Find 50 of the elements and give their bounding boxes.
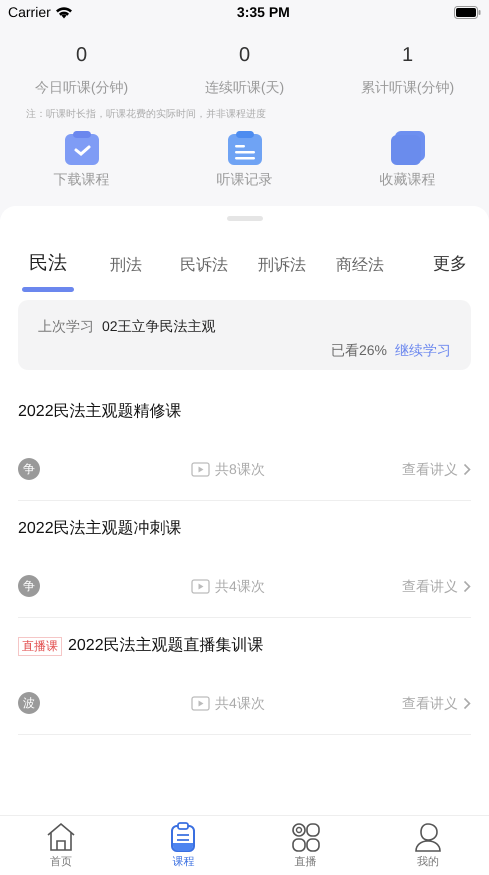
clipboard-list-icon	[226, 130, 262, 166]
clock-time: 3:35 PM	[236, 3, 290, 22]
lesson-count: 共8课次	[215, 460, 265, 478]
shortcut-button[interactable]: 收藏课程	[380, 130, 436, 190]
lesson-count: 共4课次	[215, 694, 265, 712]
stat-value: 1	[402, 43, 414, 67]
category-tab[interactable]: 刑法	[100, 251, 152, 294]
live-tag: 直播课	[18, 636, 62, 656]
nav-tab[interactable]: 课程	[122, 816, 244, 875]
shortcut-button[interactable]: 下载课程	[54, 130, 110, 190]
video-icon	[191, 696, 210, 710]
last-study-label: 上次学习	[38, 317, 94, 336]
house-icon	[45, 820, 78, 853]
battery-icon	[454, 6, 481, 19]
course-title[interactable]: 2022民法主观题精修课	[18, 400, 182, 424]
shortcut-button[interactable]: 听课记录	[216, 130, 272, 190]
chevron-right-icon	[463, 580, 471, 592]
teacher-avatar: 波	[18, 692, 40, 714]
teacher-avatar: 争	[18, 458, 40, 480]
stacked-squares-icon	[390, 130, 426, 166]
grid-icon	[290, 820, 322, 853]
wifi-icon	[54, 6, 73, 19]
category-tab[interactable]: 民诉法	[178, 251, 230, 294]
video-icon	[191, 462, 210, 476]
stat-label: 累计听课(分钟)	[360, 78, 454, 97]
nav-tab[interactable]: 我的	[366, 816, 489, 875]
progress-text: 已看26%	[330, 341, 387, 360]
lesson-count: 共4课次	[215, 576, 265, 596]
nav-tab[interactable]: 直播	[244, 816, 367, 875]
stat-value: 0	[238, 43, 250, 67]
course-title[interactable]: 2022民法主观题直播集训课	[68, 634, 264, 658]
note-text: 注：听课时长指，听课花费的实际时间，并非课程进度	[25, 108, 267, 122]
more-button[interactable]: 更多	[433, 251, 467, 277]
last-study-course: 02王立争民法主观	[102, 317, 216, 336]
teacher-avatar: 争	[18, 575, 40, 597]
category-tab[interactable]: 民法	[22, 251, 74, 292]
clipboard-check-icon	[64, 130, 100, 166]
drag-handle[interactable]	[226, 216, 262, 221]
stat-label: 今日听课(分钟)	[34, 78, 128, 97]
chevron-right-icon	[463, 696, 471, 710]
stat-label: 连续听课(天)	[204, 78, 284, 97]
video-icon	[191, 578, 210, 594]
course-title[interactable]: 2022民法主观题冲刺课	[18, 517, 182, 541]
continue-link[interactable]: 继续学习	[395, 340, 451, 361]
category-tab[interactable]: 商经法	[334, 251, 386, 294]
chevron-right-icon	[463, 462, 471, 476]
category-tab[interactable]: 刑诉法	[256, 251, 308, 294]
nav-tab[interactable]: 首页	[0, 816, 122, 875]
carrier-name: Carrier	[8, 3, 51, 22]
stat-value: 0	[76, 43, 88, 67]
